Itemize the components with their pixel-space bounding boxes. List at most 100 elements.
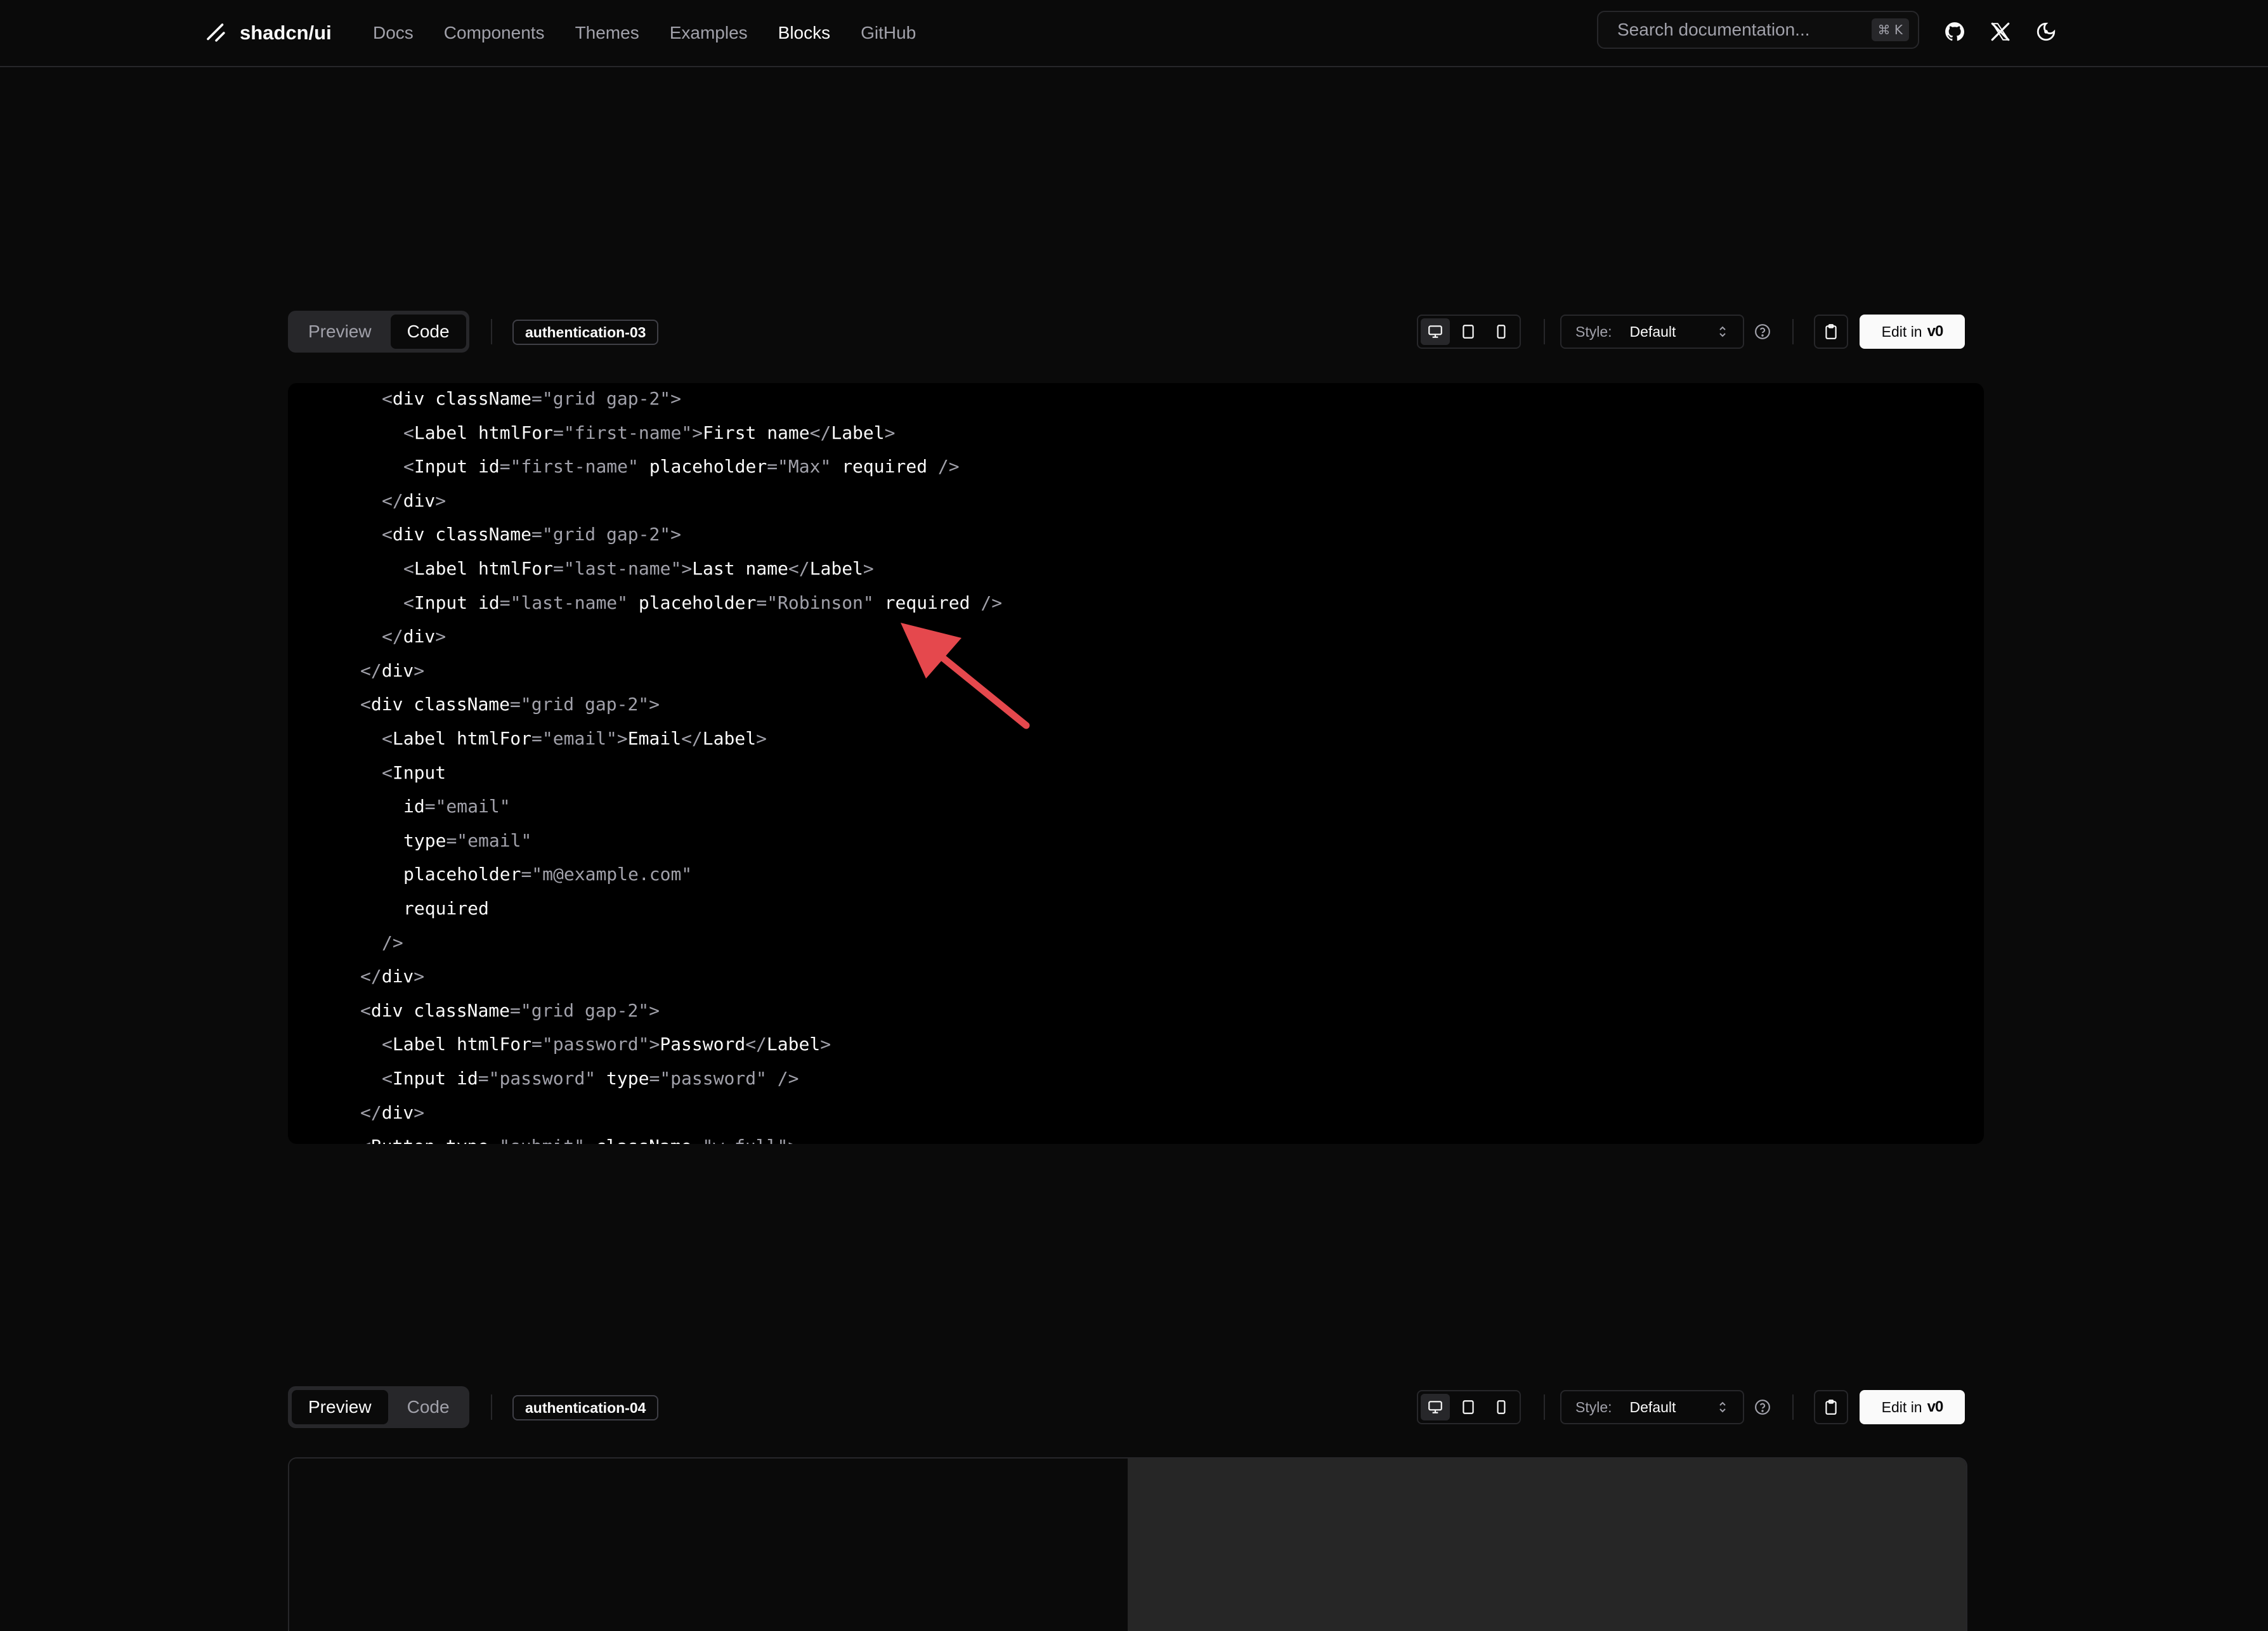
github-icon[interactable] <box>1941 18 1969 46</box>
code-token-punc: > <box>435 490 446 511</box>
code-token-punc: > <box>435 626 446 647</box>
smartphone-icon <box>1497 325 1506 339</box>
code-token-attr: required <box>873 592 981 613</box>
help-circle-icon[interactable] <box>1750 1395 1775 1419</box>
code-token-punc: < <box>360 694 371 715</box>
code-token-punc: > <box>756 728 767 749</box>
code-token-punc: < <box>360 1136 371 1144</box>
nav-examples[interactable]: Examples <box>670 23 748 43</box>
x-icon[interactable] <box>1986 18 2014 46</box>
code-token-str: "Max" <box>778 456 831 478</box>
clipboard-icon <box>1825 324 1837 339</box>
code-token-tag: Label <box>809 558 863 579</box>
code-token-punc: </ <box>382 490 403 511</box>
code-token-attr: type <box>403 829 446 851</box>
desktop-view-button[interactable] <box>1421 1394 1450 1420</box>
help-circle-icon[interactable] <box>1750 320 1775 344</box>
code-token-str: "Robinson" <box>767 592 874 613</box>
code-token-punc: < <box>403 456 414 478</box>
block-toolbar-authentication-03: Preview Code authentication-03 Style: De… <box>288 311 1965 353</box>
edit-in-v0-button[interactable]: Edit in v0 <box>1860 315 1965 349</box>
code-token-tag: Label <box>392 1034 457 1055</box>
search-placeholder: Search documentation... <box>1617 20 1810 39</box>
code-token-tag: div <box>370 694 414 715</box>
code-token-attr: type <box>446 1136 488 1144</box>
code-token-punc: > <box>692 422 703 443</box>
site-header: shadcn/ui Docs Components Themes Example… <box>0 0 2268 67</box>
code-token-punc: </ <box>360 966 382 987</box>
v0-logo-icon: v0 <box>1927 1398 1944 1415</box>
code-token-text: Email <box>627 728 682 749</box>
code-token-punc: > <box>649 1034 660 1055</box>
code-token-attr: className <box>414 999 511 1021</box>
code-token-attr: placeholder <box>628 592 757 613</box>
code-token-tag: Input <box>414 592 479 613</box>
code-token-str: "last-name" <box>563 558 682 579</box>
code-line: <div className="grid gap-2"> <box>382 383 681 416</box>
code-viewer[interactable]: <div className="grid gap-2"> <Label htmlF… <box>288 383 1984 1144</box>
code-token-punc: > <box>649 694 660 715</box>
theme-toggle-icon[interactable] <box>2032 18 2060 46</box>
monitor-icon <box>1428 1401 1442 1413</box>
code-token-str: "first-name" <box>563 422 693 443</box>
code-token-tag: div <box>392 524 436 545</box>
block-preview-frame[interactable] <box>288 1457 1967 1631</box>
style-select[interactable]: Style: Default <box>1560 1390 1744 1424</box>
code-token-punc: = <box>531 728 542 749</box>
code-token-tag: div <box>381 660 414 681</box>
tab-code[interactable]: Code <box>390 315 466 349</box>
nav-blocks[interactable]: Blocks <box>778 23 830 43</box>
home-link[interactable]: shadcn/ui <box>204 17 332 49</box>
code-token-str: "grid gap-2" <box>520 694 649 715</box>
block-name-badge[interactable]: authentication-03 <box>512 320 659 345</box>
block-toolbar-authentication-04: Preview Code authentication-04 Style: De… <box>288 1386 1965 1428</box>
nav-components[interactable]: Components <box>444 23 545 43</box>
desktop-view-button[interactable] <box>1421 318 1450 345</box>
mobile-view-button[interactable] <box>1487 318 1516 345</box>
edit-in-v0-button[interactable]: Edit in v0 <box>1860 1390 1965 1424</box>
code-token-punc: < <box>382 388 393 409</box>
tab-code[interactable]: Code <box>391 1390 466 1424</box>
code-token-str: "m@example.com" <box>531 864 693 885</box>
code-line: <Label htmlFor="first-name">First name</… <box>403 416 896 450</box>
nav-docs[interactable]: Docs <box>373 23 414 43</box>
code-token-attr: required <box>403 898 489 919</box>
tablet-view-button[interactable] <box>1454 318 1483 345</box>
code-token-str: "password" <box>660 1068 767 1089</box>
code-line: <Label htmlFor="email">Email</Label> <box>382 722 767 756</box>
code-token-text: Last name <box>692 558 788 579</box>
code-token-punc: < <box>382 728 393 749</box>
code-line: <Label htmlFor="password">Password</Labe… <box>382 1027 831 1062</box>
toolbar-divider <box>1792 1394 1794 1420</box>
clipboard-icon <box>1825 1400 1837 1415</box>
code-token-attr: className <box>435 524 532 545</box>
block-name-badge[interactable]: authentication-04 <box>512 1395 659 1420</box>
code-token-tag: Label <box>831 422 885 443</box>
search-docs-button[interactable]: Search documentation... ⌘ K <box>1597 11 1919 49</box>
code-token-tag: div <box>403 626 436 647</box>
code-token-punc: < <box>403 558 414 579</box>
code-token-attr: id <box>478 456 500 478</box>
tab-preview[interactable]: Preview <box>292 1390 388 1424</box>
code-token-tag: div <box>403 490 436 511</box>
code-token-attr: id <box>478 592 500 613</box>
code-token-tag: div <box>381 1101 414 1123</box>
nav-github[interactable]: GitHub <box>861 23 916 43</box>
code-token-str: "grid gap-2" <box>520 999 649 1021</box>
code-token-punc: = <box>424 796 436 817</box>
toolbar-divider <box>1792 319 1794 344</box>
nav-themes[interactable]: Themes <box>575 23 639 43</box>
chevrons-up-down-icon <box>1719 326 1726 337</box>
tab-preview[interactable]: Preview <box>292 315 388 349</box>
annotation-arrow-icon <box>901 623 1030 729</box>
mobile-view-button[interactable] <box>1487 1394 1516 1420</box>
code-token-tag: Label <box>766 1034 821 1055</box>
copy-code-button[interactable] <box>1814 1390 1848 1424</box>
style-select[interactable]: Style: Default <box>1560 315 1744 349</box>
tablet-view-button[interactable] <box>1454 1394 1483 1420</box>
copy-code-button[interactable] <box>1814 315 1848 349</box>
code-token-tag: Input <box>392 762 446 783</box>
code-token-punc: < <box>382 1034 393 1055</box>
edit-label: Edit in <box>1881 1398 1922 1415</box>
code-token-tag: Input <box>392 1068 457 1089</box>
